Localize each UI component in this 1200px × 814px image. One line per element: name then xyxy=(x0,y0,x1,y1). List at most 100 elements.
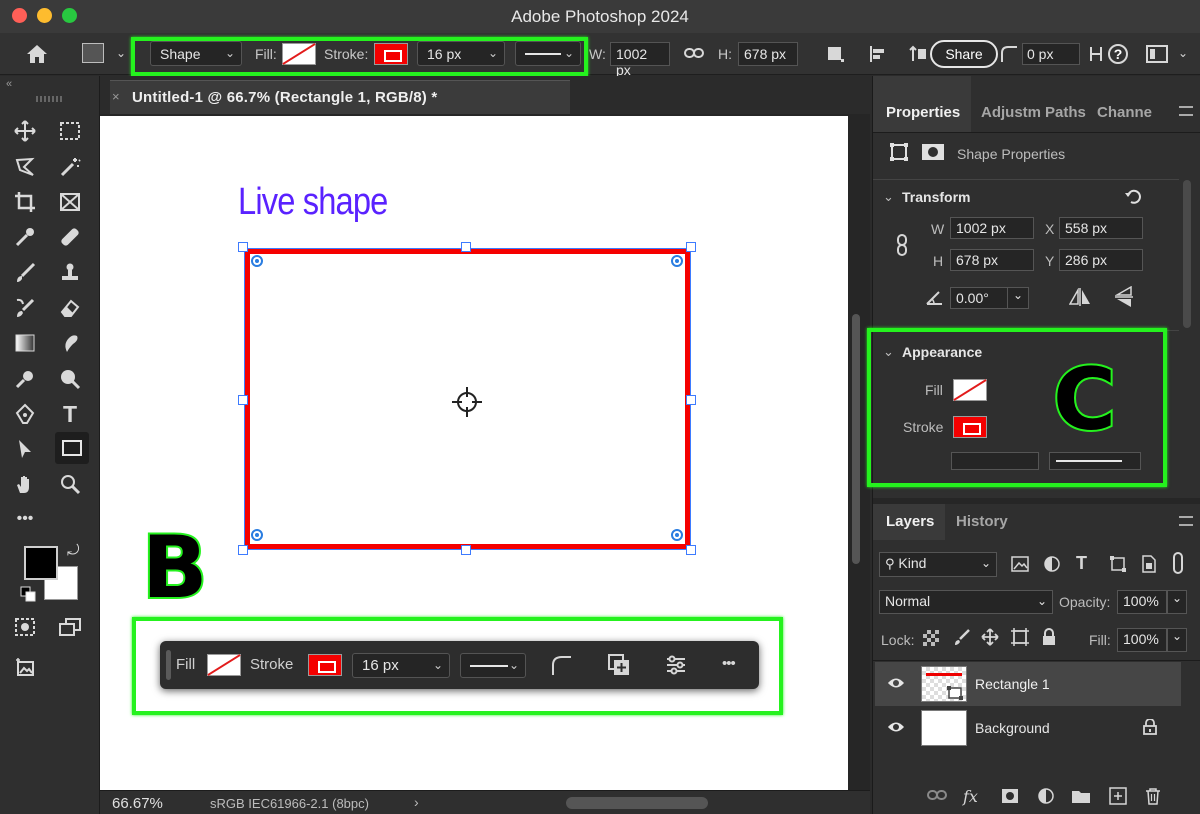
document-tab[interactable]: × Untitled-1 @ 66.7% (Rectangle 1, RGB/8… xyxy=(110,80,570,114)
task-bar-grip[interactable] xyxy=(166,650,171,680)
eye-icon[interactable] xyxy=(887,720,905,737)
link-icon[interactable] xyxy=(684,45,704,64)
chevron-right-icon[interactable]: › xyxy=(414,794,419,810)
transform-handle[interactable] xyxy=(461,545,471,555)
transform-handle[interactable] xyxy=(238,545,248,555)
smudge-tool-icon[interactable] xyxy=(55,328,85,358)
link-layers-icon[interactable] xyxy=(927,788,947,805)
corner-radius-icon[interactable] xyxy=(550,653,574,680)
height-input[interactable]: 678 px xyxy=(950,249,1034,271)
filter-pixel-icon[interactable] xyxy=(1011,556,1029,575)
tab-layers[interactable]: Layers xyxy=(886,513,934,530)
marquee-tool-icon[interactable] xyxy=(55,116,85,146)
rectangle-tool-icon[interactable] xyxy=(55,432,89,464)
magic-wand-tool-icon[interactable] xyxy=(55,152,85,182)
eye-icon[interactable] xyxy=(887,676,905,693)
corner-radius-widget[interactable] xyxy=(251,529,263,541)
delete-layer-icon[interactable] xyxy=(1145,787,1161,808)
clone-stamp-tool-icon[interactable] xyxy=(55,258,85,288)
toolbar-grip[interactable] xyxy=(36,96,64,102)
tab-properties[interactable]: Properties xyxy=(886,104,960,121)
layer-fill-dropdown[interactable]: ⌄ xyxy=(1167,628,1187,652)
appearance-stroke-type-select[interactable] xyxy=(1049,452,1141,470)
frame-tool-icon[interactable] xyxy=(55,187,85,217)
mask-properties-icon[interactable] xyxy=(921,142,945,165)
tab-channels[interactable]: Channe xyxy=(1097,104,1152,121)
angle-dropdown[interactable]: ⌄ xyxy=(1007,287,1029,309)
transform-handle[interactable] xyxy=(686,395,696,405)
move-tool-icon[interactable] xyxy=(10,116,40,146)
help-icon[interactable]: ? xyxy=(1108,44,1128,64)
fx-icon[interactable]: fx xyxy=(963,787,978,806)
brush-tool-icon[interactable] xyxy=(10,258,40,288)
quick-mask-icon[interactable] xyxy=(10,612,40,642)
layer-fill-input[interactable]: 100% xyxy=(1117,628,1167,652)
transform-handle[interactable] xyxy=(686,545,696,555)
shape-settings-icon[interactable] xyxy=(664,653,688,680)
lock-pixels-icon[interactable] xyxy=(953,628,971,649)
shape-mode-select[interactable]: Shape ⌄ xyxy=(150,41,242,66)
chevron-down-icon[interactable]: ⌄ xyxy=(883,344,894,360)
lasso-tool-icon[interactable] xyxy=(10,152,40,182)
eraser-tool-icon[interactable] xyxy=(55,293,85,323)
close-document-icon[interactable]: × xyxy=(112,89,120,104)
reset-transform-icon[interactable] xyxy=(1123,187,1143,210)
hand-tool-icon[interactable] xyxy=(10,469,40,499)
type-tool-icon[interactable]: T xyxy=(55,399,85,429)
path-alignment-icon[interactable] xyxy=(868,44,888,67)
corner-radius-input[interactable]: 0 px xyxy=(1022,43,1080,65)
screen-mode-icon[interactable] xyxy=(55,612,85,642)
width-input[interactable]: 1002 px xyxy=(610,42,670,78)
transform-handle[interactable] xyxy=(238,242,248,252)
collapse-chevrons-icon[interactable]: « xyxy=(6,78,12,90)
crop-tool-icon[interactable] xyxy=(10,187,40,217)
properties-scrollbar[interactable] xyxy=(1183,180,1191,328)
share-button[interactable]: Share xyxy=(930,40,998,68)
tab-history[interactable]: History xyxy=(956,513,1008,530)
lock-icon[interactable] xyxy=(1143,718,1157,738)
lock-position-icon[interactable] xyxy=(981,628,999,649)
healing-brush-tool-icon[interactable] xyxy=(55,222,85,252)
chevron-down-icon[interactable]: ⌄ xyxy=(883,189,894,205)
filter-type-icon[interactable]: T xyxy=(1076,553,1087,574)
x-input[interactable]: 558 px xyxy=(1059,217,1143,239)
swap-colors-icon[interactable]: ⤾ xyxy=(67,542,80,559)
tab-adjustments[interactable]: Adjustm xyxy=(981,104,1041,121)
flip-vertical-icon[interactable] xyxy=(1114,285,1133,311)
path-selection-tool-icon[interactable] xyxy=(10,434,40,464)
foreground-color-swatch[interactable] xyxy=(24,546,58,580)
appearance-section-title[interactable]: Appearance xyxy=(902,344,982,360)
stroke-swatch[interactable] xyxy=(374,43,408,65)
transform-section-title[interactable]: Transform xyxy=(902,189,970,205)
transform-handle[interactable] xyxy=(461,242,471,252)
burn-tool-icon[interactable] xyxy=(55,364,85,394)
history-brush-tool-icon[interactable] xyxy=(10,293,40,323)
new-layer-icon[interactable] xyxy=(1109,787,1127,808)
chevron-down-icon[interactable]: ⌄ xyxy=(1178,47,1188,59)
layer-filter-kind-select[interactable]: ⚲ Kind ⌄ xyxy=(879,552,997,577)
zoom-level[interactable]: 66.67% xyxy=(112,795,163,812)
pen-tool-icon[interactable] xyxy=(10,399,40,429)
blend-mode-select[interactable]: Normal ⌄ xyxy=(879,590,1053,614)
stroke-width-field[interactable]: 16 px ⌄ xyxy=(417,41,505,66)
reference-point-icon[interactable] xyxy=(452,387,482,417)
corner-radius-widget[interactable] xyxy=(671,529,683,541)
path-operations-icon[interactable] xyxy=(607,653,631,680)
task-bar-stroke-type-select[interactable]: ⌄ xyxy=(460,653,526,678)
home-icon[interactable] xyxy=(26,44,48,67)
filter-toggle[interactable] xyxy=(1173,552,1183,574)
link-dimensions-icon[interactable] xyxy=(895,234,909,259)
height-input[interactable]: 678 px xyxy=(738,42,798,66)
more-options-icon[interactable]: ••• xyxy=(722,655,736,672)
layer-row-rectangle[interactable]: Rectangle 1 xyxy=(875,662,1181,706)
flip-horizontal-icon[interactable] xyxy=(1068,287,1091,309)
appearance-stroke-width-field[interactable] xyxy=(951,452,1039,470)
gradient-tool-icon[interactable] xyxy=(10,328,40,358)
more-tools-icon[interactable]: ••• xyxy=(10,504,40,534)
new-adjustment-layer-icon[interactable] xyxy=(1037,787,1055,808)
layer-name[interactable]: Background xyxy=(975,720,1050,736)
zoom-tool-icon[interactable] xyxy=(55,469,85,499)
fill-swatch[interactable] xyxy=(282,43,316,65)
tab-paths[interactable]: Paths xyxy=(1045,104,1086,121)
vertical-scrollbar[interactable] xyxy=(852,314,860,564)
